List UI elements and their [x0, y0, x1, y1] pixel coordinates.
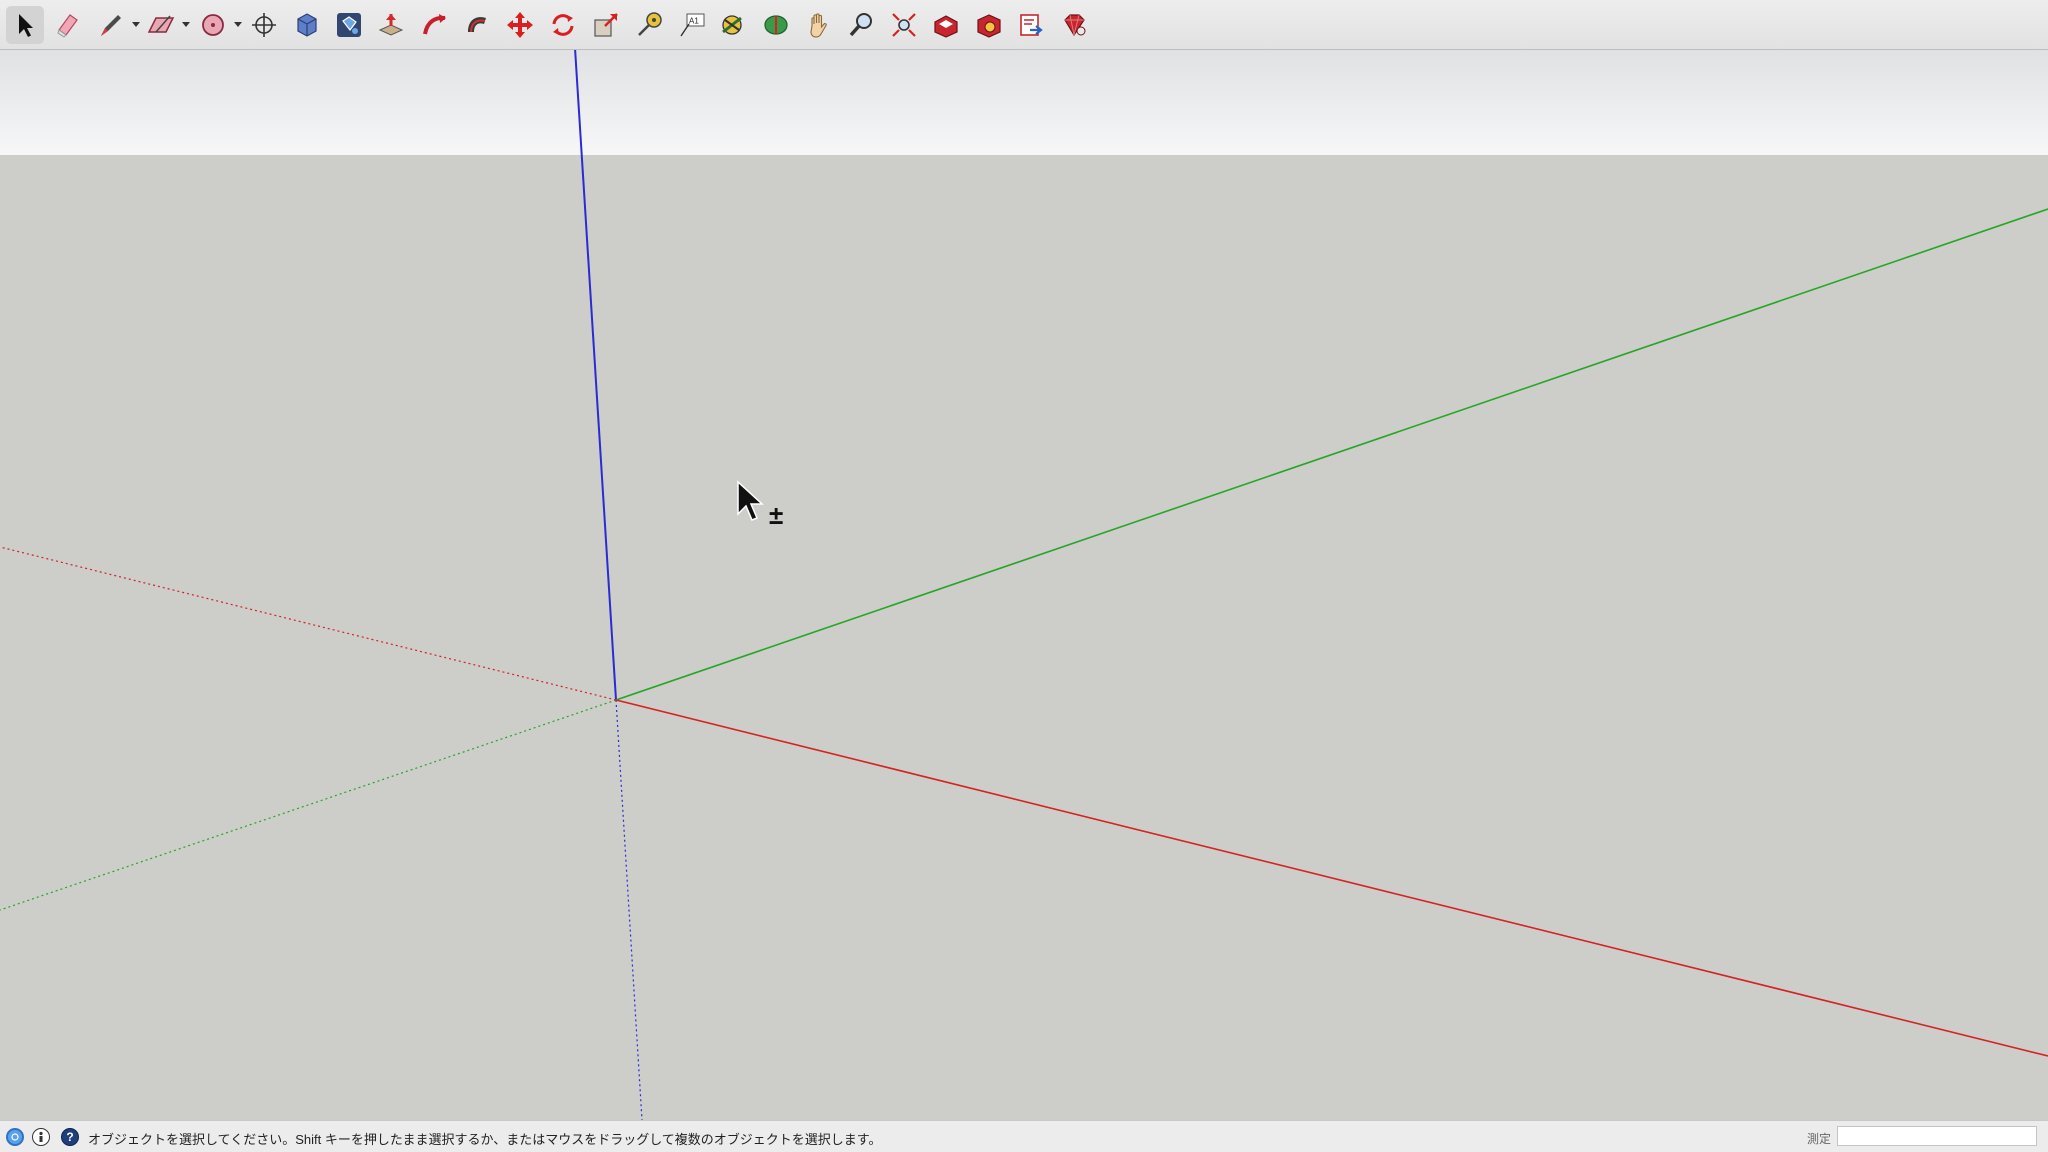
- eraser-tool-icon: [57, 14, 78, 38]
- chevron-down-icon[interactable]: [234, 22, 242, 27]
- green-axis-positive: [615, 208, 2048, 701]
- move-tool-icon: [507, 12, 533, 38]
- tape-measure-tool[interactable]: [630, 6, 668, 44]
- ruby-console-tool[interactable]: [1055, 6, 1093, 44]
- zoom-extents-icon: [892, 13, 916, 37]
- tape-measure-icon: [638, 12, 662, 36]
- orbit-tool-icon: [764, 15, 788, 35]
- extension-warehouse-tool[interactable]: [970, 6, 1008, 44]
- ruby-console-icon: [1064, 14, 1086, 37]
- extension-warehouse-icon: [977, 14, 1001, 38]
- paint-bucket-tool[interactable]: [330, 6, 368, 44]
- blue-axis-negative: [615, 699, 643, 1120]
- circle-tool[interactable]: [194, 6, 242, 44]
- text-tool-icon: A1: [680, 13, 705, 37]
- send-to-layout-icon: [1020, 14, 1043, 36]
- model-viewport[interactable]: ±: [0, 50, 2048, 1120]
- instructor-icon[interactable]: ?: [61, 1128, 79, 1146]
- status-bar: ? オブジェクトを選択してください。Shift キーを押したまま選択するか、また…: [0, 1120, 2048, 1152]
- credits-icon[interactable]: [32, 1128, 50, 1146]
- red-axis-positive: [615, 699, 2048, 1057]
- pan-tool-icon: [810, 13, 827, 38]
- orbit-crosshair-tool[interactable]: [245, 6, 283, 44]
- blue-axis-positive: [574, 50, 617, 701]
- orbit-crosshair-icon: [252, 13, 276, 37]
- rectangle-tool[interactable]: [142, 6, 190, 44]
- send-to-layout-tool[interactable]: [1012, 6, 1050, 44]
- red-axis-negative: [0, 546, 617, 701]
- scale-tool-icon: [594, 13, 618, 37]
- follow-me-tool-icon: [423, 14, 446, 35]
- line-tool-icon: [101, 15, 121, 36]
- warehouse-tool[interactable]: [927, 6, 965, 44]
- measurements-label: 測定: [1807, 1132, 1832, 1146]
- follow-me-tool[interactable]: [415, 6, 453, 44]
- geo-location-icon[interactable]: [6, 1128, 24, 1146]
- select-tool-icon: [19, 14, 33, 37]
- green-axis-negative: [0, 699, 617, 911]
- scale-tool[interactable]: [587, 6, 625, 44]
- eraser-tool[interactable]: [48, 6, 86, 44]
- pan-tool[interactable]: [800, 6, 838, 44]
- select-tool[interactable]: [6, 6, 44, 44]
- measurements-field[interactable]: [1837, 1126, 2037, 1146]
- axes-tool-icon: [722, 15, 742, 35]
- offset-tool-icon: [468, 17, 486, 33]
- text-tool-label: A1: [689, 17, 699, 26]
- move-tool[interactable]: [501, 6, 539, 44]
- make-component-icon: [297, 13, 317, 37]
- line-tool[interactable]: [92, 6, 140, 44]
- rectangle-tool-icon: [147, 15, 175, 33]
- zoom-tool-icon: [849, 13, 872, 37]
- warehouse-icon: [934, 15, 958, 38]
- rotate-tool-icon: [552, 14, 574, 36]
- zoom-extents-tool[interactable]: [885, 6, 923, 44]
- push-pull-icon: [378, 14, 404, 36]
- cursor-modifier: ±: [769, 500, 783, 530]
- paint-bucket-icon: [337, 13, 361, 37]
- axes-tool[interactable]: [713, 6, 751, 44]
- circle-tool-icon: [202, 14, 224, 36]
- status-hint-text: オブジェクトを選択してください。Shift キーを押したまま選択するか、またはマ…: [88, 1132, 882, 1147]
- sketchup-window: A1 ± ? オブジェクトを選択してください。Shift キーを押したまま選択す…: [0, 0, 2048, 1152]
- push-pull-tool[interactable]: [372, 6, 410, 44]
- rotate-tool[interactable]: [544, 6, 582, 44]
- chevron-down-icon[interactable]: [132, 22, 140, 27]
- offset-tool[interactable]: [458, 6, 496, 44]
- zoom-tool[interactable]: [842, 6, 880, 44]
- orbit-tool[interactable]: [757, 6, 795, 44]
- text-tool[interactable]: A1: [673, 6, 711, 44]
- make-component-tool[interactable]: [288, 6, 326, 44]
- model-axes: [0, 50, 2048, 1120]
- chevron-down-icon[interactable]: [182, 22, 190, 27]
- select-cursor-icon: ±: [737, 480, 783, 530]
- main-toolbar: A1: [0, 0, 2048, 50]
